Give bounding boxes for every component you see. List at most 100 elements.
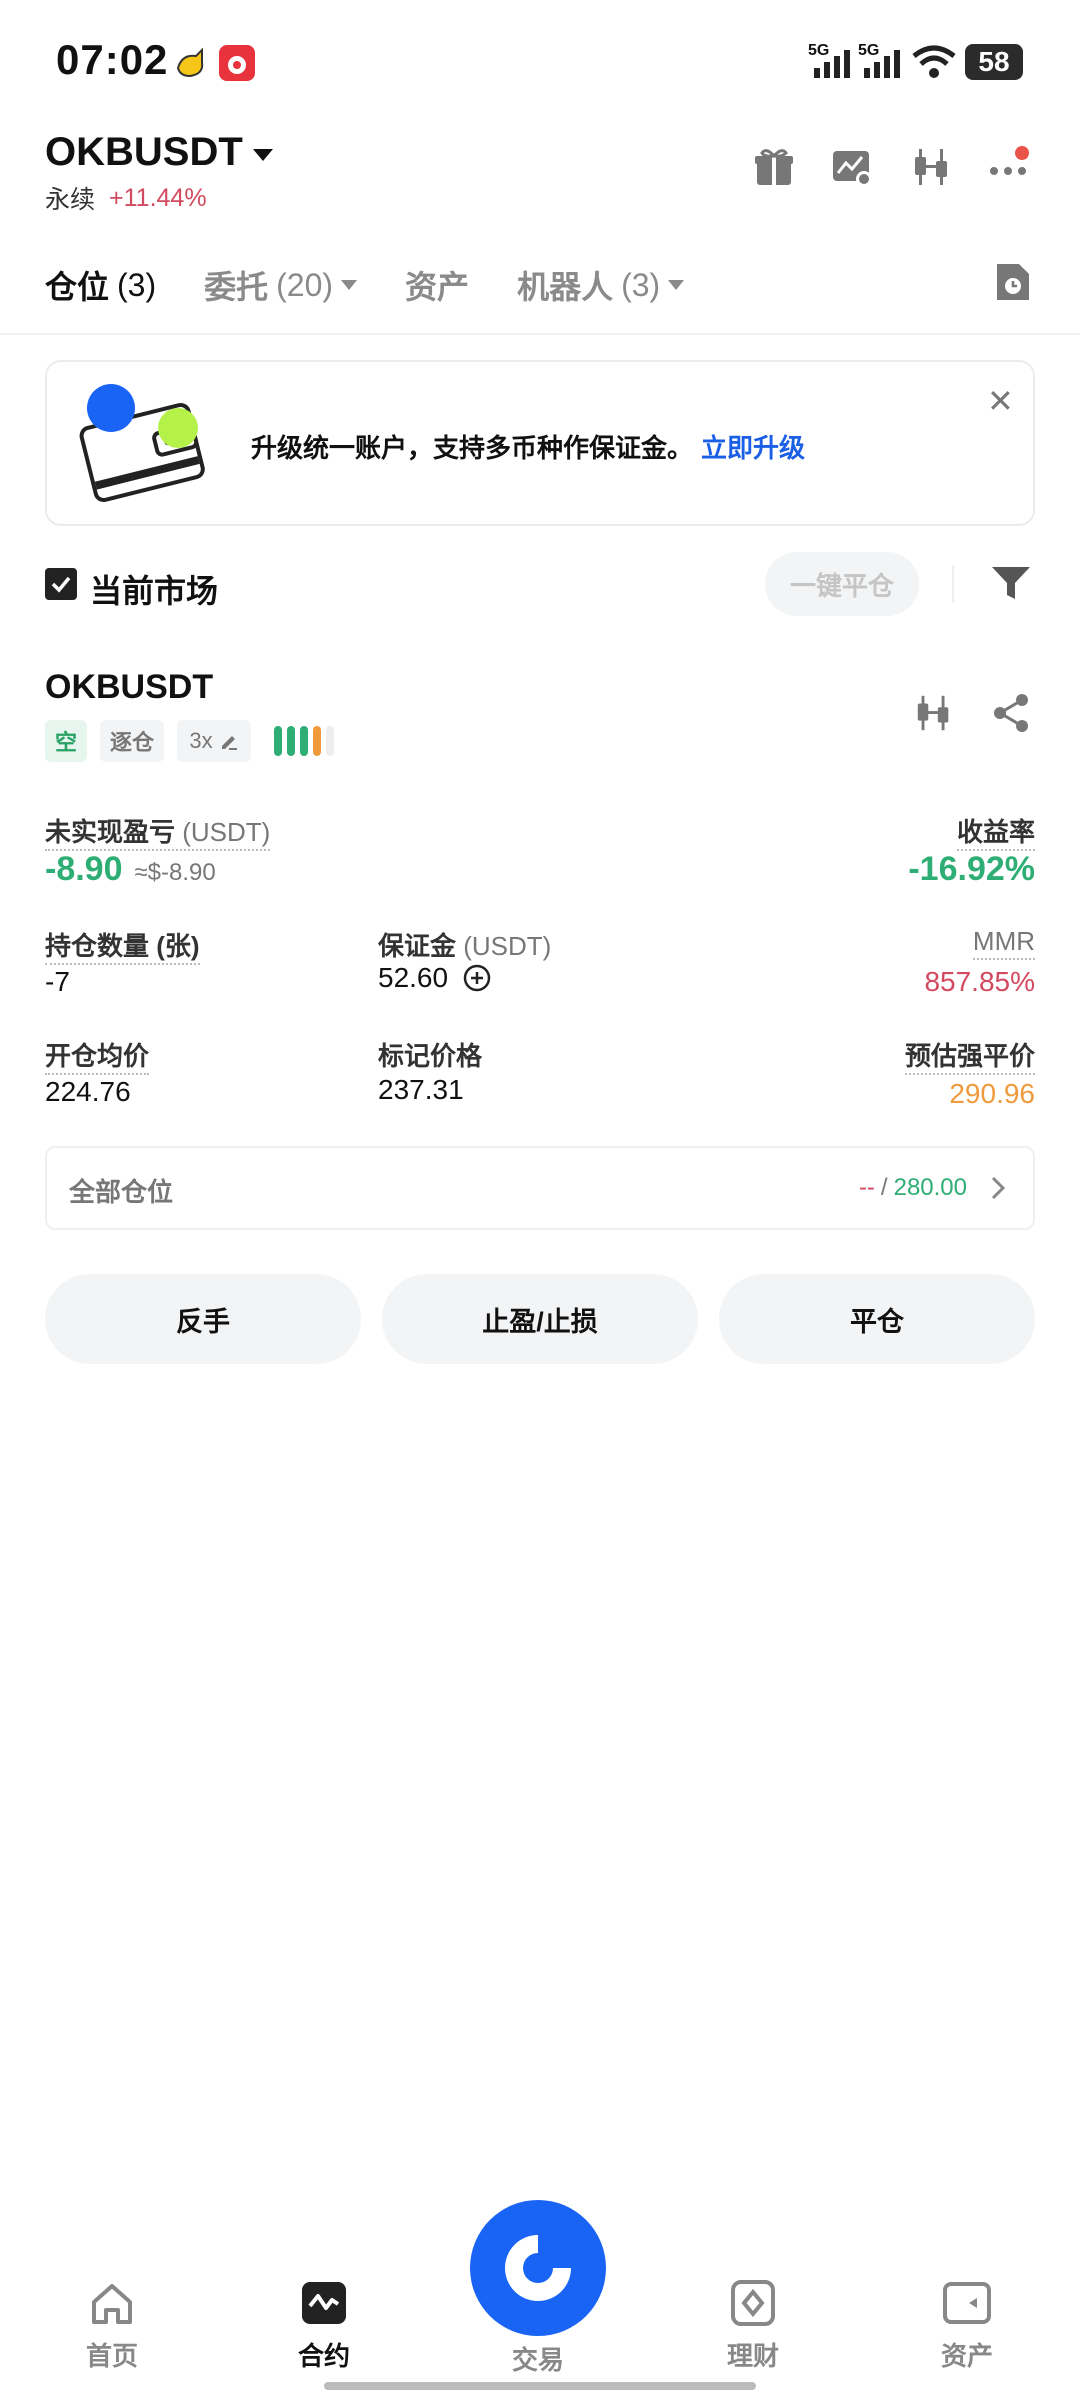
nav-trade[interactable]: 交易 bbox=[468, 2340, 608, 2377]
margin-mode-tag: 逐仓 bbox=[100, 720, 164, 762]
upnl-label-text: 未实现盈亏 bbox=[45, 817, 176, 847]
all-positions-summary: -- / 280.00 bbox=[859, 1174, 967, 1202]
margin-value: 52.60 bbox=[378, 962, 449, 993]
nav-assets-label: 资产 bbox=[940, 2341, 993, 2371]
tab-orders[interactable]: 委托 (20) bbox=[204, 262, 358, 308]
nav-earn[interactable]: 理财 bbox=[683, 2280, 823, 2373]
mmr-label[interactable]: MMR bbox=[972, 926, 1035, 960]
upgrade-link[interactable]: 立即升级 bbox=[701, 433, 805, 463]
home-indicator bbox=[324, 2382, 756, 2390]
entry-label-text: 开仓均价 bbox=[45, 1041, 150, 1075]
tab-assets[interactable]: 资产 bbox=[405, 262, 469, 308]
share-icon[interactable] bbox=[990, 692, 1032, 734]
tab-positions-label: 仓位 bbox=[45, 269, 110, 305]
close-all-button[interactable]: 一键平仓 bbox=[765, 552, 919, 616]
upgrade-banner[interactable]: 升级统一账户，支持多币种作保证金。 立即升级 ✕ bbox=[45, 360, 1035, 526]
tp-sl-button[interactable]: 止盈/止损 bbox=[382, 1274, 698, 1364]
position-size-label[interactable]: 持仓数量 (张) bbox=[45, 926, 200, 965]
more-menu-icon[interactable] bbox=[988, 145, 1032, 189]
filter-separator bbox=[952, 565, 954, 603]
chevron-right-icon bbox=[991, 1176, 1006, 1200]
nav-earn-label: 理财 bbox=[726, 2341, 779, 2371]
tab-orders-label: 委托 bbox=[204, 269, 269, 305]
wallet-illustration-icon bbox=[79, 384, 205, 502]
candlestick-icon[interactable] bbox=[910, 145, 954, 189]
unrealized-pnl-value: -8.90 ≈$-8.90 bbox=[45, 850, 216, 889]
risk-level-bars bbox=[274, 726, 334, 756]
chevron-down-icon bbox=[252, 148, 273, 161]
position-tabs: 仓位 (3) 委托 (20) 资产 机器人 (3) bbox=[45, 262, 685, 308]
roe-label[interactable]: 收益率 bbox=[956, 812, 1035, 851]
mark-label-text: 标记价格 bbox=[378, 1041, 483, 1071]
wallet-icon bbox=[943, 2282, 991, 2324]
mmr-label-text: MMR bbox=[972, 926, 1035, 960]
candlestick-icon[interactable] bbox=[913, 692, 955, 734]
tab-positions[interactable]: 仓位 (3) bbox=[45, 262, 156, 308]
entry-price-value: 224.76 bbox=[45, 1076, 131, 1107]
tab-bots-count: (3) bbox=[621, 266, 661, 303]
reverse-button[interactable]: 反手 bbox=[45, 1274, 361, 1364]
signal-2-icon bbox=[864, 50, 900, 78]
upnl-approx: ≈$-8.90 bbox=[134, 859, 216, 886]
all-positions-total: 280.00 bbox=[893, 1174, 967, 1201]
tab-positions-count: (3) bbox=[117, 266, 157, 303]
position-size-value: -7 bbox=[45, 966, 70, 997]
nav-contracts[interactable]: 合约 bbox=[254, 2280, 394, 2373]
nav-home[interactable]: 首页 bbox=[42, 2280, 182, 2373]
edit-pencil-icon bbox=[221, 736, 237, 750]
nav-contracts-label: 合约 bbox=[297, 2341, 350, 2371]
liq-label-text: 预估强平价 bbox=[904, 1041, 1035, 1075]
position-symbol: OKBUSDT bbox=[45, 668, 214, 706]
filter-icon[interactable] bbox=[990, 563, 1032, 603]
notification-bird-icon bbox=[176, 47, 204, 78]
all-positions-separator: / bbox=[880, 1174, 888, 1201]
margin-label: 保证金 (USDT) bbox=[378, 926, 551, 963]
trade-logo-icon bbox=[505, 2235, 571, 2301]
notification-app-icon bbox=[219, 45, 255, 81]
checkmark-icon bbox=[51, 576, 71, 593]
nav-assets[interactable]: 资产 bbox=[897, 2280, 1037, 2373]
pair-subtitle: 永续 +11.44% bbox=[45, 180, 207, 216]
earn-icon bbox=[731, 2280, 775, 2326]
app-screen: 07:02 5G 5G 58 OKBUSDT 永续 +11.44% 仓位 (3)… bbox=[0, 0, 1080, 2392]
gift-icon[interactable] bbox=[752, 145, 796, 189]
tab-bots-label: 机器人 bbox=[517, 269, 614, 305]
trade-fab-button[interactable] bbox=[470, 2200, 606, 2336]
leverage-tag[interactable]: 3x bbox=[177, 720, 251, 762]
margin-value-row: 52.60 bbox=[378, 962, 492, 994]
all-positions-label: 全部仓位 bbox=[69, 1177, 174, 1207]
banner-close-icon[interactable]: ✕ bbox=[987, 382, 1014, 420]
add-margin-icon[interactable] bbox=[462, 963, 492, 993]
margin-label-text: 保证金 bbox=[378, 931, 457, 961]
mmr-value: 857.85% bbox=[924, 966, 1035, 997]
close-position-button[interactable]: 平仓 bbox=[719, 1274, 1035, 1364]
unrealized-pnl-label[interactable]: 未实现盈亏 (USDT) bbox=[45, 812, 271, 851]
nav-home-label: 首页 bbox=[85, 2341, 138, 2371]
pair-name: OKBUSDT bbox=[45, 130, 243, 174]
banner-text: 升级统一账户，支持多币种作保证金。 bbox=[251, 433, 694, 463]
wifi-icon bbox=[912, 45, 956, 78]
contract-type: 永续 bbox=[45, 186, 96, 214]
price-change: +11.44% bbox=[109, 183, 207, 212]
upnl-value: -8.90 bbox=[45, 850, 123, 888]
chevron-down-icon bbox=[341, 280, 358, 290]
roe-value: -16.92% bbox=[908, 850, 1035, 888]
tab-bots[interactable]: 机器人 (3) bbox=[517, 262, 685, 308]
pair-selector[interactable]: OKBUSDT bbox=[45, 130, 273, 175]
current-market-label[interactable]: 当前市场 bbox=[90, 566, 218, 612]
chevron-down-icon bbox=[668, 280, 685, 290]
battery-indicator: 58 bbox=[965, 44, 1023, 80]
current-market-checkbox[interactable] bbox=[45, 568, 77, 600]
trade-chart-settings-icon[interactable] bbox=[830, 145, 874, 189]
all-positions-row[interactable]: 全部仓位 -- / 280.00 bbox=[45, 1146, 1035, 1230]
upnl-unit: (USDT) bbox=[182, 817, 271, 847]
history-document-icon[interactable] bbox=[993, 262, 1031, 302]
all-positions-pnl: -- bbox=[858, 1174, 875, 1201]
size-label-text: 持仓数量 (张) bbox=[45, 931, 200, 965]
contracts-icon bbox=[302, 2282, 346, 2324]
banner-message: 升级统一账户，支持多币种作保证金。 立即升级 bbox=[251, 428, 805, 465]
liq-price-label[interactable]: 预估强平价 bbox=[904, 1036, 1035, 1075]
entry-price-label[interactable]: 开仓均价 bbox=[45, 1036, 150, 1075]
roe-label-text: 收益率 bbox=[956, 817, 1035, 851]
home-icon bbox=[92, 2284, 132, 2324]
